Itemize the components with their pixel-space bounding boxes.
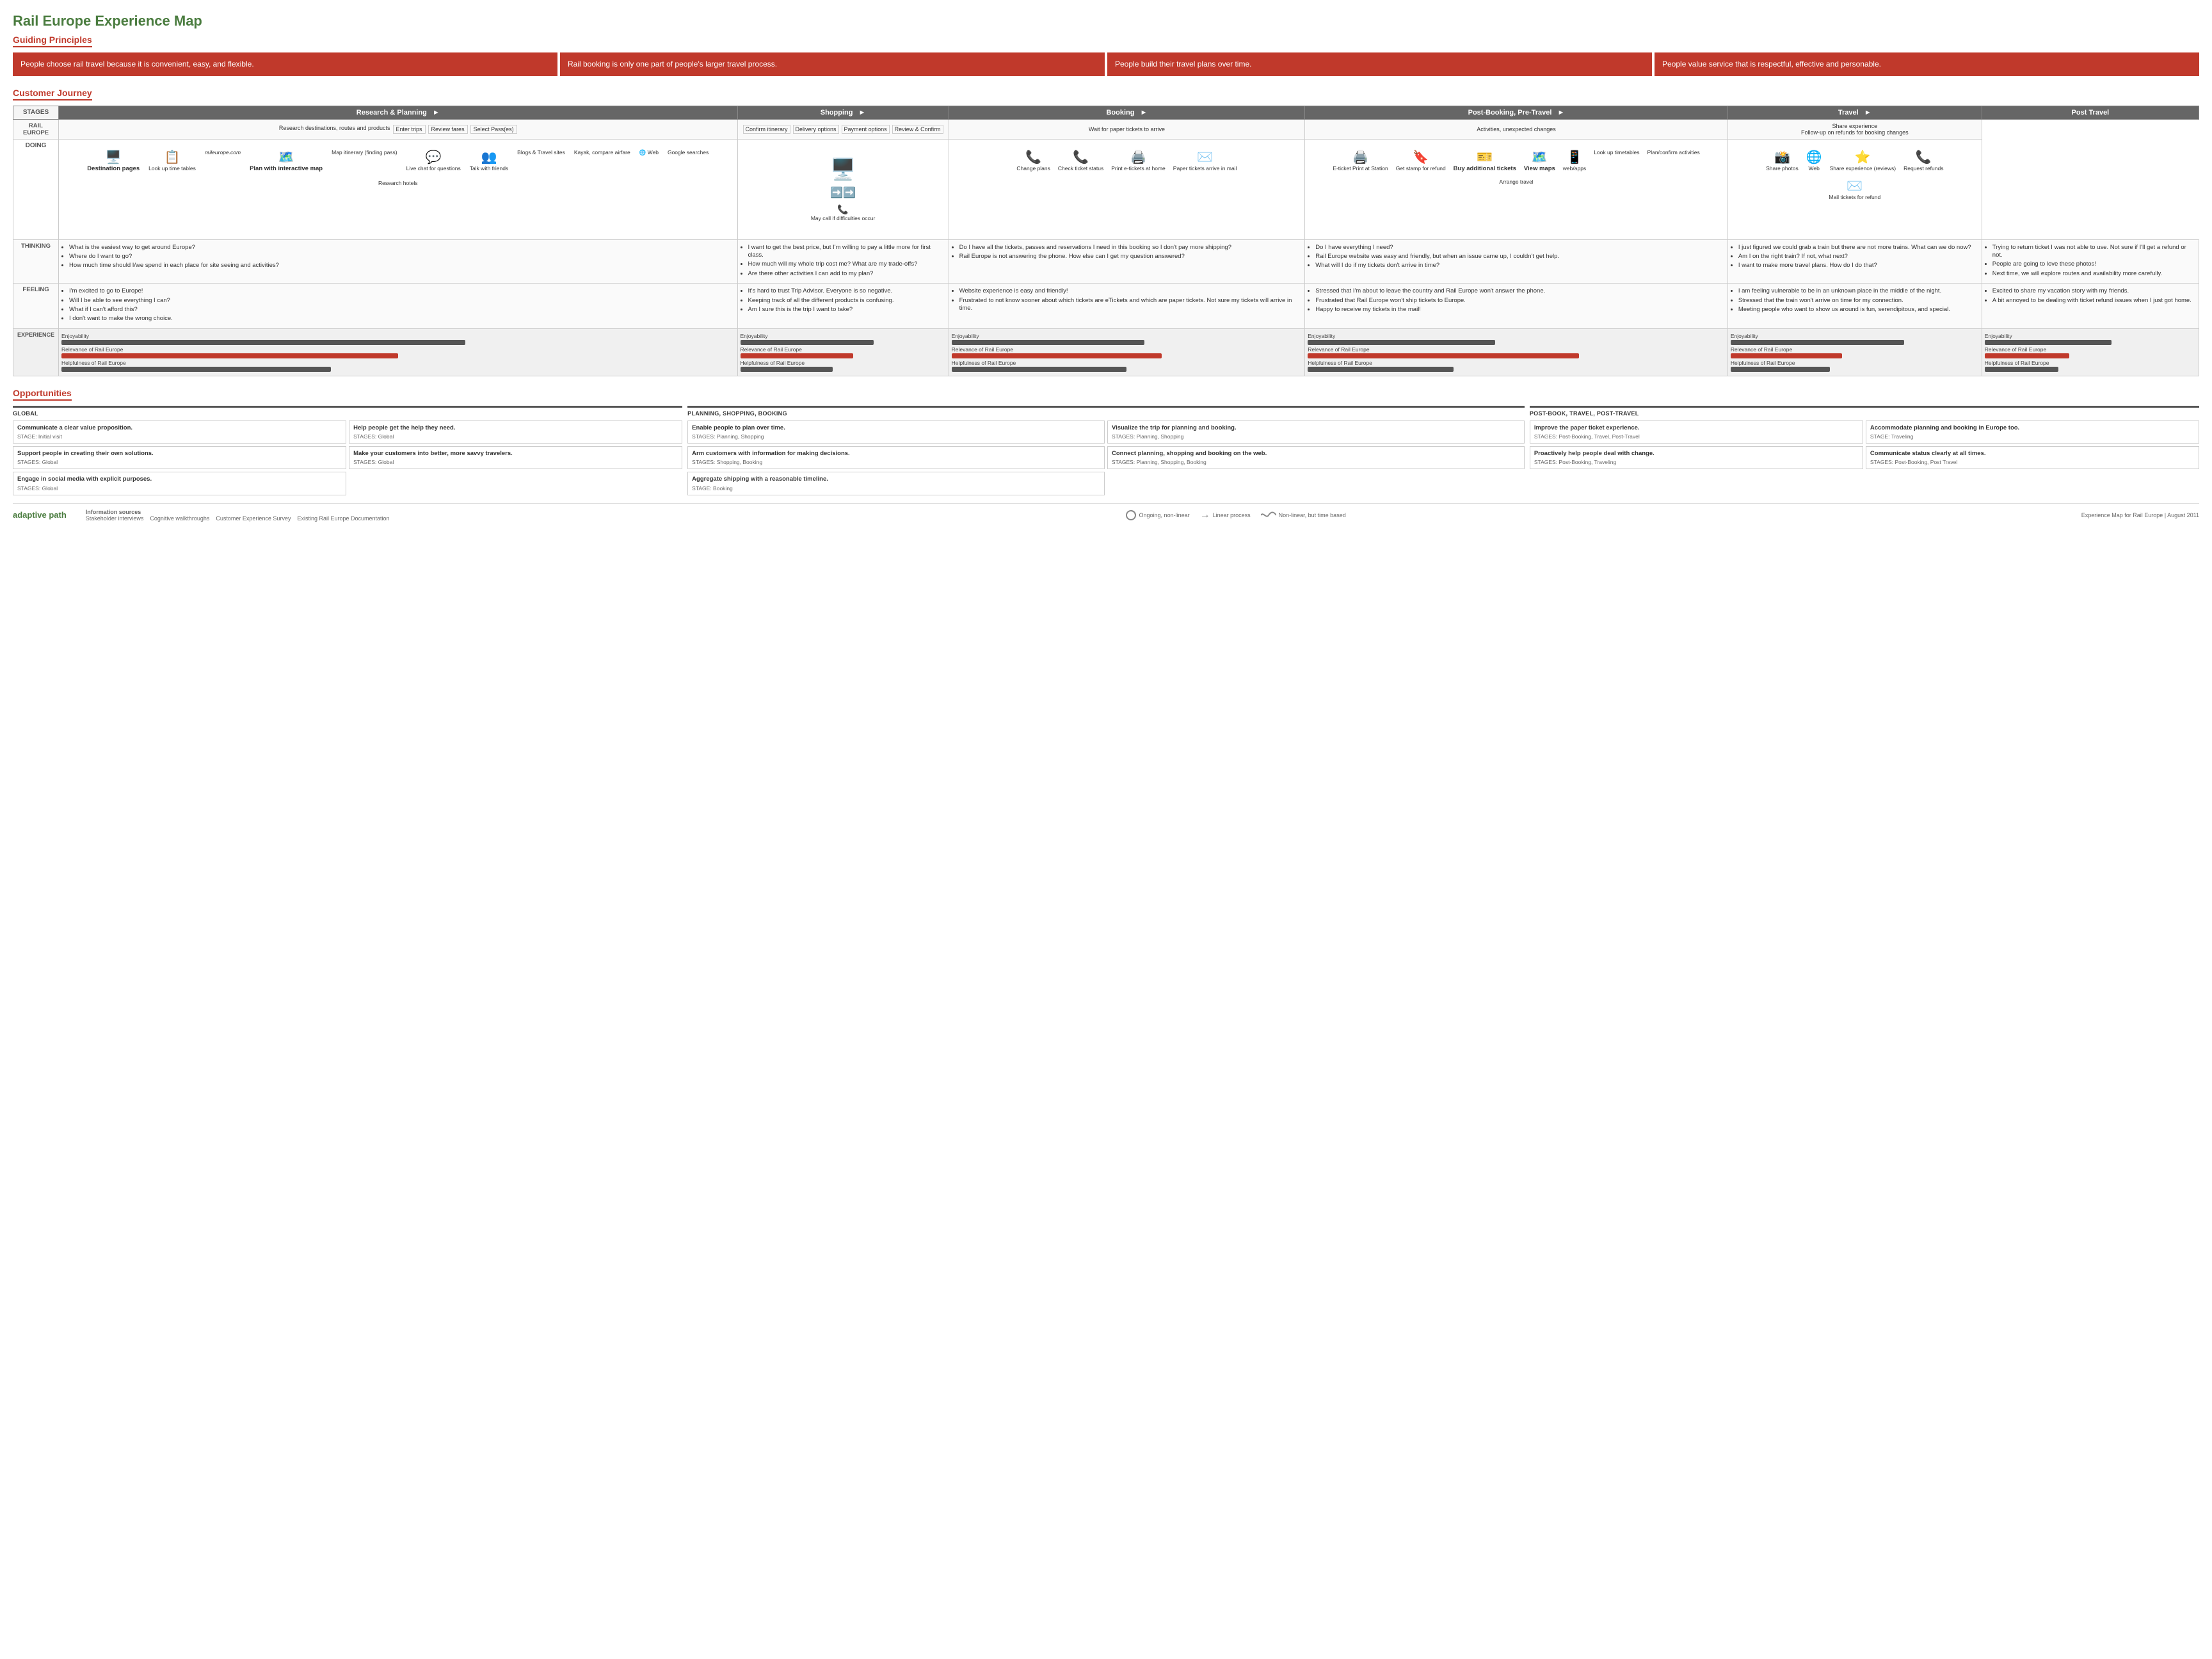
exp-travel: Enjoyability Relevance of Rail Europe He… — [1727, 328, 1982, 376]
doing-travel: 🖨️ E-ticket Print at Station 🔖 Get stamp… — [1305, 139, 1728, 239]
re-share: Share experience Follow-up on refunds fo… — [1727, 119, 1982, 139]
exp-posttravel: Enjoyability Relevance of Rail Europe He… — [1982, 328, 2199, 376]
footer-sources: Information sources Stakeholder intervie… — [86, 509, 390, 522]
enjoyability-bar-1 — [61, 340, 465, 345]
doing-posttravel: 📸 Share photos 🌐 Web ⭐ Share experience … — [1727, 139, 1982, 239]
opp-card-value-prop: Communicate a clear value proposition. S… — [13, 421, 346, 444]
opp-card-connect-planning: Connect planning, shopping and booking o… — [1107, 446, 1525, 469]
feeling-row: FEELING I'm excited to go to Europe! Wil… — [13, 284, 2199, 328]
doing-shopping: 🖥️ ➡️➡️ 📞 May call if difficulties occur — [737, 139, 949, 239]
opp-card-savvy: Make your customers into better, more sa… — [349, 446, 682, 469]
opp-card-deal-change: Proactively help people deal with change… — [1530, 446, 1863, 469]
rail-europe-label: RAIL EUROPE — [13, 119, 59, 139]
feeling-research: I'm excited to go to Europe! Will I be a… — [59, 284, 737, 328]
footer-credit: Experience Map for Rail Europe | August … — [2081, 512, 2199, 518]
linear-arrow-icon: → — [1200, 509, 1210, 521]
thinking-shopping: I want to get the best price, but I'm wi… — [737, 239, 949, 283]
principle-4: People value service that is respectful,… — [1655, 52, 2199, 76]
feeling-label: FEELING — [13, 284, 59, 328]
legend-nonlinear: Non-linear, but time based — [1261, 511, 1346, 519]
feeling-travel: I am feeling vulnerable to be in an unkn… — [1727, 284, 1982, 328]
experience-row: EXPERIENCE Enjoyability Relevance of Rai… — [13, 328, 2199, 376]
feeling-posttravel: Excited to share my vacation story with … — [1982, 284, 2199, 328]
opp-card-social: Engage in social media with explicit pur… — [13, 472, 346, 495]
thinking-travel: I just figured we could grab a train but… — [1727, 239, 1982, 283]
opportunities-section: Opportunities GLOBAL Communicate a clear… — [13, 388, 2199, 495]
opp-card-plan-over-time: Enable people to plan over time. STAGES:… — [687, 421, 1105, 444]
doing-label: DOING — [13, 139, 59, 239]
principle-2: Rail booking is only one part of people'… — [560, 52, 1105, 76]
feeling-shopping: It's hard to trust Trip Advisor. Everyon… — [737, 284, 949, 328]
opp-card-status: Communicate status clearly at all times.… — [1866, 446, 2199, 469]
relevance-bar-1 — [61, 353, 398, 358]
thinking-label: THINKING — [13, 239, 59, 283]
thinking-row: THINKING What is the easiest way to get … — [13, 239, 2199, 283]
opportunities-title: Opportunities — [13, 388, 72, 401]
principle-3: People build their travel plans over tim… — [1107, 52, 1652, 76]
postbook-opportunities: POST-BOOK, TRAVEL, POST-TRAVEL Improve t… — [1530, 406, 2199, 495]
opp-card-booking-europe: Accommodate planning and booking in Euro… — [1866, 421, 2199, 444]
exp-shopping: Enjoyability Relevance of Rail Europe He… — [737, 328, 949, 376]
principle-1: People choose rail travel because it is … — [13, 52, 557, 76]
customer-journey-title: Customer Journey — [13, 88, 92, 100]
thinking-postbooking: Do I have everything I need? Rail Europe… — [1305, 239, 1728, 283]
thinking-booking: Do I have all the tickets, passes and re… — [949, 239, 1305, 283]
exp-postbooking: Enjoyability Relevance of Rail Europe He… — [1305, 328, 1728, 376]
stage-shopping: Shopping ► — [737, 106, 949, 119]
page-title: Rail Europe Experience Map — [13, 13, 2199, 29]
stage-travel: Travel ► — [1727, 106, 1982, 119]
feeling-postbooking: Stressed that I'm about to leave the cou… — [1305, 284, 1728, 328]
guiding-principles-title: Guiding Principles — [13, 35, 92, 47]
re-research: Research destinations, routes and produc… — [59, 119, 737, 139]
stage-booking: Booking ► — [949, 106, 1305, 119]
doing-research: 🖥️ Destination pages 📋 Look up time tabl… — [59, 139, 737, 239]
re-wait: Wait for paper tickets to arrive — [949, 119, 1305, 139]
global-opportunities: GLOBAL Communicate a clear value proposi… — [13, 406, 682, 495]
footer: adaptive path Information sources Stakeh… — [13, 503, 2199, 522]
opp-card-solutions: Support people in creating their own sol… — [13, 446, 346, 469]
rail-europe-row: RAIL EUROPE Research destinations, route… — [13, 119, 2199, 139]
stage-research: Research & Planning ► — [59, 106, 737, 119]
stages-row: STAGES Research & Planning ► Shopping ► … — [13, 106, 2199, 119]
doing-row: DOING 🖥️ Destination pages 📋 Look up tim… — [13, 139, 2199, 239]
exp-research: Enjoyability Relevance of Rail Europe He… — [59, 328, 737, 376]
legend-linear: → Linear process — [1200, 509, 1251, 521]
journey-table: STAGES Research & Planning ► Shopping ► … — [13, 106, 2199, 376]
opp-card-paper-ticket: Improve the paper ticket experience. STA… — [1530, 421, 1863, 444]
nonlinear-icon — [1261, 511, 1276, 519]
experience-label: EXPERIENCE — [13, 328, 59, 376]
planning-opportunities: PLANNING, SHOPPING, BOOKING Enable peopl… — [687, 406, 1525, 495]
global-grid: Communicate a clear value proposition. S… — [13, 421, 682, 495]
opp-card-aggregate: Aggregate shipping with a reasonable tim… — [687, 472, 1105, 495]
feeling-booking: Website experience is easy and friendly!… — [949, 284, 1305, 328]
re-booking: Confirm itinerary Delivery options Payme… — [737, 119, 949, 139]
opp-card-visualize: Visualize the trip for planning and book… — [1107, 421, 1525, 444]
thinking-research: What is the easiest way to get around Eu… — [59, 239, 737, 283]
doing-postbooking: 📞 Change plans 📞 Check ticket status 🖨️ … — [949, 139, 1305, 239]
helpfulness-bar-1 — [61, 367, 331, 372]
opportunities-groups: GLOBAL Communicate a clear value proposi… — [13, 406, 2199, 495]
brand-name: adaptive path — [13, 510, 67, 520]
thinking-posttravel: Trying to return ticket I was not able t… — [1982, 239, 2199, 283]
stage-posttravel: Post Travel — [1982, 106, 2199, 119]
stage-postbooking: Post-Booking, Pre-Travel ► — [1305, 106, 1728, 119]
stages-label: STAGES — [13, 106, 59, 119]
legend-ongoing: Ongoing, non-linear — [1125, 509, 1190, 521]
re-activities: Activities, unexpected changes — [1305, 119, 1728, 139]
exp-booking: Enjoyability Relevance of Rail Europe He… — [949, 328, 1305, 376]
planning-grid: Enable people to plan over time. STAGES:… — [687, 421, 1525, 495]
postbook-grid: Improve the paper ticket experience. STA… — [1530, 421, 2199, 470]
opp-card-help: Help people get the help they need. STAG… — [349, 421, 682, 444]
ongoing-icon — [1125, 509, 1137, 521]
opp-card-arm-customers: Arm customers with information for makin… — [687, 446, 1105, 469]
guiding-principles-section: People choose rail travel because it is … — [13, 52, 2199, 76]
